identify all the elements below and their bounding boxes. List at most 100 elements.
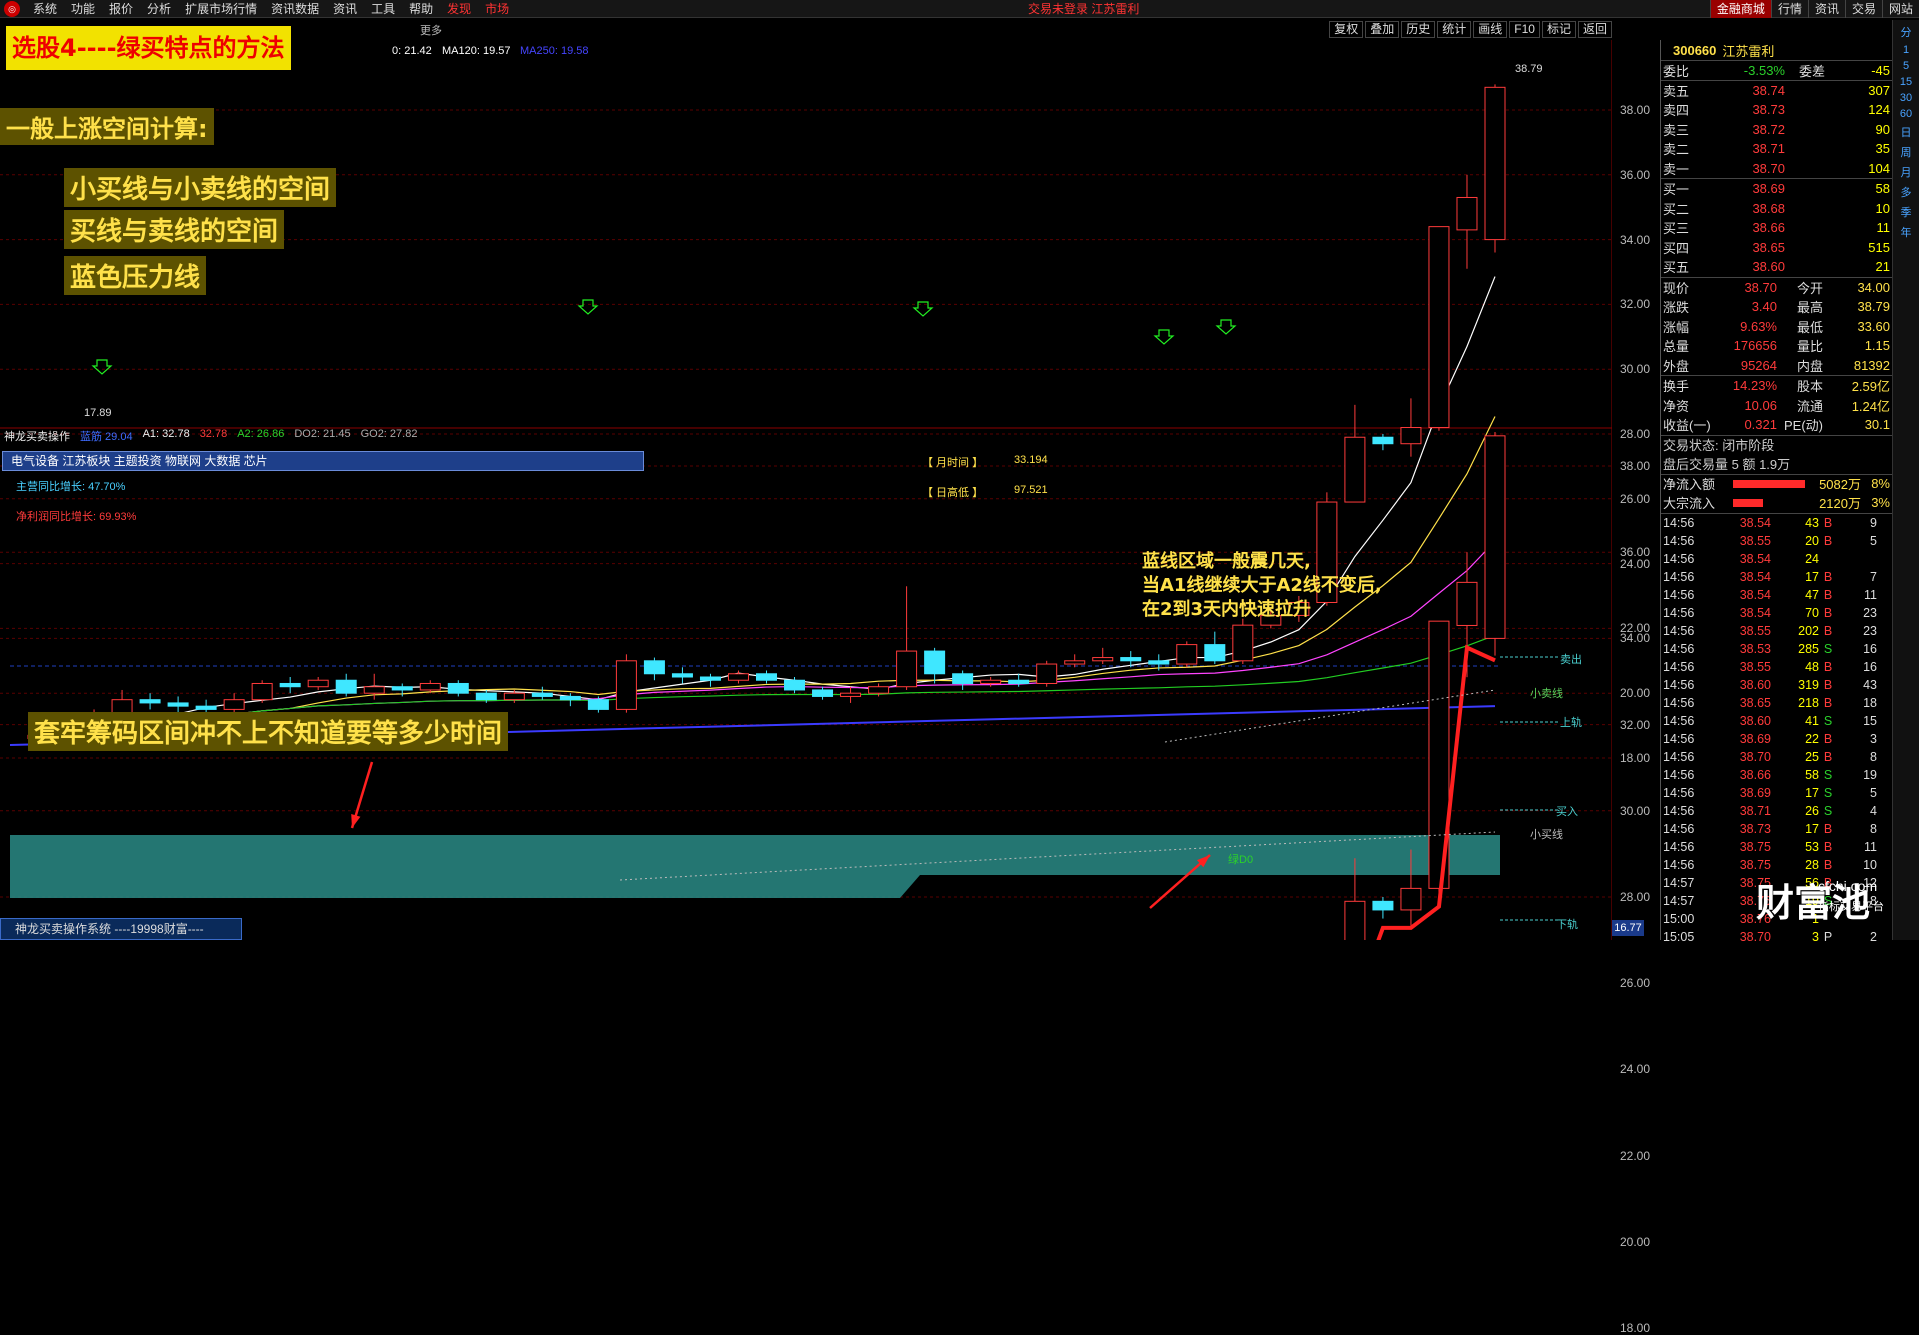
menu-help[interactable]: 帮助	[402, 0, 440, 17]
tick-price: 38.54	[1739, 587, 1771, 602]
period-button[interactable]: 日	[1901, 124, 1912, 140]
period-button[interactable]: 月	[1901, 164, 1912, 180]
menu-analysis[interactable]: 分析	[140, 0, 178, 17]
tick-time: 14:56	[1663, 839, 1695, 854]
tab-f10[interactable]: F10	[1509, 21, 1540, 38]
menu-quote[interactable]: 报价	[102, 0, 140, 17]
tick-volume: 41	[1805, 713, 1819, 728]
period-button[interactable]: 季	[1901, 204, 1912, 220]
tick-time: 14:56	[1663, 677, 1695, 692]
chart-tabs: 复权 叠加 历史 统计 画线 F10 标记 返回	[1327, 21, 1612, 38]
tab-overlay[interactable]: 叠加	[1365, 21, 1400, 38]
menu-info[interactable]: 资讯	[326, 0, 364, 17]
period-button[interactable]: 30	[1900, 92, 1912, 104]
block-value: 2120万	[1819, 496, 1861, 512]
main-growth: 主营同比增长: 47.70%	[16, 481, 126, 493]
price-candle	[727, 673, 749, 681]
ask-row: 卖三 38.72 90	[1661, 120, 1892, 140]
tab-history[interactable]: 历史	[1401, 21, 1436, 38]
period-button[interactable]: 分	[1901, 24, 1912, 40]
tick-price: 38.75	[1739, 839, 1771, 854]
tab-mark[interactable]: 标记	[1541, 21, 1576, 38]
ask-row: 卖二 38.71 35	[1661, 139, 1892, 159]
menu-tools[interactable]: 工具	[364, 0, 402, 17]
tick-volume: 22	[1805, 731, 1819, 746]
tick-side: B	[1823, 659, 1833, 674]
tab-draw[interactable]: 画线	[1473, 21, 1508, 38]
y-tick-label: 34.00	[1620, 232, 1651, 247]
tick-row: 14:56 38.69 17 S 5	[1661, 784, 1892, 802]
tick-count: 16	[1863, 659, 1877, 674]
price-candle	[896, 650, 918, 688]
stat-value-2: 2.59亿	[1851, 379, 1890, 395]
period-button[interactable]: 15	[1900, 76, 1912, 88]
tick-count: 15	[1863, 713, 1877, 728]
tick-time: 14:56	[1663, 731, 1695, 746]
price-candle	[167, 702, 189, 707]
menu-system[interactable]: 系统	[26, 0, 64, 17]
tick-time: 14:56	[1663, 767, 1695, 782]
period-button[interactable]: 多	[1901, 184, 1912, 200]
top-right-buttons: 金融商城 行情 资讯 交易 网站	[1709, 0, 1919, 18]
price-candle	[419, 682, 441, 691]
tick-price: 38.73	[1739, 821, 1771, 836]
price-candle	[1428, 226, 1450, 429]
tick-row: 14:56 38.54 43 B 9	[1661, 514, 1892, 532]
price-candle	[1176, 644, 1198, 665]
menu-info-data[interactable]: 资讯数据	[264, 0, 326, 17]
stat-label: 总量	[1663, 339, 1690, 355]
price-candle	[924, 650, 946, 675]
tab-back[interactable]: 返回	[1577, 21, 1612, 38]
upper-band-label: 上轨	[1560, 717, 1582, 729]
tick-row: 14:56 38.60 41 S 15	[1661, 712, 1892, 730]
period-button[interactable]: 年	[1901, 224, 1912, 240]
tick-price: 38.60	[1739, 677, 1771, 692]
annotation-blue-line: 蓝色压力线	[64, 256, 207, 295]
quote-button[interactable]: 行情	[1770, 0, 1808, 18]
tick-price: 38.54	[1739, 551, 1771, 566]
stat-value: 176656	[1733, 338, 1777, 354]
tick-time: 14:56	[1663, 551, 1695, 566]
stats-table: 现价 38.70 今开 34.00 涨跌 3.40 最高 38.79 涨幅 9.63% 最低 33.6…	[1661, 276, 1892, 376]
tab-restore[interactable]: 复权	[1329, 21, 1364, 38]
ask-label: 卖五	[1663, 83, 1690, 99]
period-button[interactable]: 5	[1903, 60, 1909, 72]
price-candle	[671, 673, 693, 678]
indicator-header: 神龙买卖操作 蓝筋 29.04 A1: 32.78 32.78 A2: 26.8…	[0, 428, 1612, 443]
stat-label-2: 最低	[1796, 319, 1823, 335]
stat-label-2: 今开	[1796, 280, 1823, 296]
stat-label: 换手	[1663, 379, 1690, 395]
more-button[interactable]: 更多	[420, 22, 442, 38]
diff-value: -45	[1871, 62, 1890, 78]
website-button[interactable]: 网站	[1881, 0, 1919, 18]
news-button[interactable]: 资讯	[1807, 0, 1845, 18]
stat-value: 95264	[1740, 357, 1777, 373]
price-candle	[195, 705, 217, 710]
period-button[interactable]: 1	[1903, 44, 1909, 56]
ask-price: 38.74	[1752, 82, 1785, 98]
inflow-pct: 8%	[1871, 476, 1890, 492]
tick-volume: 202	[1798, 623, 1819, 638]
y-tick-label: 26.00	[1620, 976, 1651, 991]
period-button[interactable]: 周	[1901, 144, 1912, 160]
stat-label: 外盘	[1663, 358, 1690, 374]
price-candle	[1092, 657, 1114, 662]
stat-value-2: 1.15	[1864, 338, 1890, 354]
period-button[interactable]: 60	[1900, 108, 1912, 120]
price-candle	[139, 699, 161, 704]
tick-time: 15:00	[1663, 911, 1695, 926]
ratio-label: 委比	[1663, 63, 1690, 79]
tick-price: 38.70	[1739, 749, 1771, 764]
menu-ext-market[interactable]: 扩展市场行情	[178, 0, 264, 17]
indicator-name[interactable]: 神龙买卖操作	[4, 428, 70, 443]
menu-function[interactable]: 功能	[64, 0, 102, 17]
stat-label-2: 量比	[1796, 339, 1823, 355]
menu-market[interactable]: 市场	[478, 0, 516, 17]
menu-discover[interactable]: 发现	[440, 0, 478, 17]
ratio-value: -3.53%	[1743, 62, 1785, 78]
bid-book: 买一 38.69 58 买二 38.68 10 买三 38.66 11 买四 38.65 515 买五 3…	[1661, 178, 1892, 277]
tab-stats[interactable]: 统计	[1437, 21, 1472, 38]
mall-button[interactable]: 金融商城	[1709, 0, 1771, 18]
app-logo-icon[interactable]: ◎	[4, 0, 20, 17]
trade-button[interactable]: 交易	[1844, 0, 1882, 18]
